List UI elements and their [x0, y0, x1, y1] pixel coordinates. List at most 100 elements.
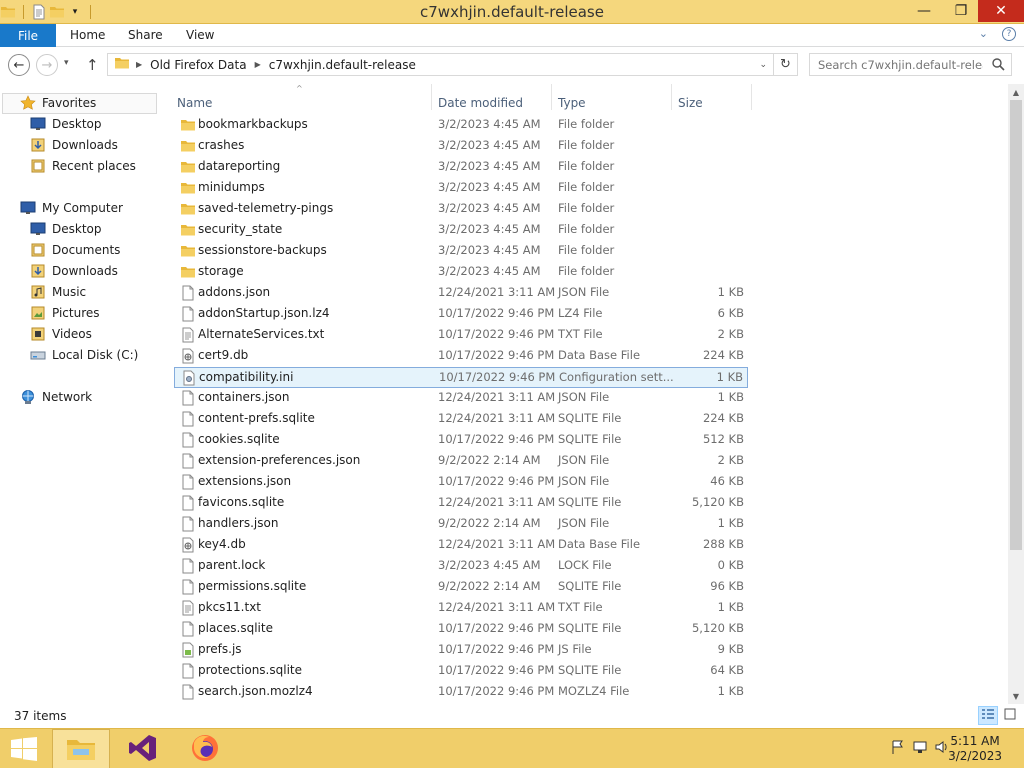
file-name: favicons.sqlite [198, 495, 285, 509]
file-row[interactable]: storage 3/2/2023 4:45 AM File folder [174, 262, 748, 283]
file-row[interactable]: cert9.db 10/17/2022 9:46 PM Data Base File… [174, 346, 748, 367]
file-row[interactable]: pkcs11.txt 12/24/2021 3:11 AM TXT File 1 KB [174, 598, 748, 619]
nav-favorites-recent-places[interactable]: Recent places [30, 156, 136, 176]
nav-label: Local Disk (C:) [52, 348, 139, 362]
address-bar[interactable]: ▶ Old Firefox Data ▶ c7wxhjin.default-re… [107, 53, 774, 76]
refresh-button[interactable]: ↻ [774, 53, 798, 76]
file-date-modified: 3/2/2023 4:45 AM [438, 117, 541, 131]
nav-computer-videos[interactable]: Videos [30, 324, 92, 344]
column-divider[interactable] [551, 84, 552, 110]
address-history-chevron-icon[interactable]: ⌄ [759, 60, 767, 70]
search-icon[interactable] [991, 57, 1005, 74]
start-button[interactable] [10, 737, 38, 764]
breadcrumb-current-folder[interactable]: c7wxhjin.default-release [269, 58, 416, 72]
nav-computer-documents[interactable]: Documents [30, 240, 120, 260]
file-row[interactable]: parent.lock 3/2/2023 4:45 AM LOCK File 0 KB [174, 556, 748, 577]
file-row[interactable]: handlers.json 9/2/2022 2:14 AM JSON File 1 … [174, 514, 748, 535]
file-row[interactable]: addons.json 12/24/2021 3:11 AM JSON File 1 … [174, 283, 748, 304]
taskbar-firefox[interactable] [176, 729, 234, 768]
nav-network[interactable]: Network [20, 387, 92, 407]
file-row[interactable]: prefs.js 10/17/2022 9:46 PM JS File 9 KB [174, 640, 748, 661]
recent-locations-chevron-icon[interactable]: ▾ [64, 58, 69, 68]
nav-computer-desktop[interactable]: Desktop [30, 219, 102, 239]
maximize-button[interactable]: ❐ [944, 0, 978, 22]
scroll-up-icon[interactable]: ▲ [1008, 84, 1024, 100]
file-row[interactable]: sessionstore-backups 3/2/2023 4:45 AM File… [174, 241, 748, 262]
column-divider[interactable] [751, 84, 752, 110]
minimize-button[interactable]: — [904, 0, 944, 22]
column-header-size[interactable]: Size [678, 90, 703, 115]
column-header-name[interactable]: Name [177, 90, 212, 115]
taskbar-file-explorer[interactable] [52, 729, 110, 768]
recent-places-icon [30, 158, 46, 174]
file-row[interactable]: permissions.sqlite 9/2/2022 2:14 AM SQLITE… [174, 577, 748, 598]
file-row[interactable]: AlternateServices.txt 10/17/2022 9:46 PM T… [174, 325, 748, 346]
file-row[interactable]: bookmarkbackups 3/2/2023 4:45 AM File fold… [174, 115, 748, 136]
details-view-button[interactable] [978, 706, 998, 725]
expand-ribbon-icon[interactable]: ⌄ [979, 27, 988, 41]
file-row[interactable]: minidumps 3/2/2023 4:45 AM File folder [174, 178, 748, 199]
file-row[interactable]: compatibility.ini 10/17/2022 9:46 PM Confi… [174, 367, 748, 388]
videos-icon [30, 326, 46, 342]
column-header-type[interactable]: Type [558, 90, 586, 115]
taskbar-visual-studio[interactable] [114, 729, 172, 768]
nav-favorites-desktop[interactable]: Desktop [30, 114, 102, 134]
vertical-scrollbar[interactable]: ▲ ▼ [1008, 84, 1024, 704]
file-icon [180, 663, 196, 682]
file-row[interactable]: containers.json 12/24/2021 3:11 AM JSON Fi… [174, 388, 748, 409]
file-row[interactable]: security_state 3/2/2023 4:45 AM File folde… [174, 220, 748, 241]
network-tray-icon[interactable] [912, 739, 928, 758]
scroll-down-icon[interactable]: ▼ [1008, 688, 1024, 704]
nav-computer-downloads[interactable]: Downloads [30, 261, 118, 281]
breadcrumb-old-firefox-data[interactable]: Old Firefox Data [150, 58, 246, 72]
file-size: 1 KB [717, 285, 744, 299]
file-row[interactable]: datareporting 3/2/2023 4:45 AM File folder [174, 157, 748, 178]
nav-my-computer[interactable]: My Computer [20, 198, 123, 218]
back-button[interactable]: ← [8, 54, 30, 76]
taskbar-clock[interactable]: 5:11 AM 3/2/2023 [948, 734, 1002, 764]
file-size: 5,120 KB [691, 495, 744, 509]
file-row[interactable]: search.json.mozlz4 10/17/2022 9:46 PM MOZL… [174, 682, 748, 703]
action-center-flag-icon[interactable] [890, 739, 906, 758]
file-icon [180, 390, 196, 409]
file-row[interactable]: key4.db 12/24/2021 3:11 AM Data Base File 2… [174, 535, 748, 556]
file-row[interactable]: content-prefs.sqlite 12/24/2021 3:11 AM SQ… [174, 409, 748, 430]
file-row[interactable]: cookies.sqlite 10/17/2022 9:46 PM SQLITE F… [174, 430, 748, 451]
file-row[interactable]: protections.sqlite 10/17/2022 9:46 PM SQLI… [174, 661, 748, 682]
close-button[interactable]: ✕ [978, 0, 1024, 22]
column-header-date-modified[interactable]: Date modified [438, 90, 523, 115]
file-size: 1 KB [717, 600, 744, 614]
file-row[interactable]: extension-preferences.json 9/2/2022 2:14 … [174, 451, 748, 472]
search-input[interactable] [818, 57, 983, 72]
file-row[interactable]: favicons.sqlite 12/24/2021 3:11 AM SQLITE … [174, 493, 748, 514]
file-row[interactable]: crashes 3/2/2023 4:45 AM File folder [174, 136, 748, 157]
tab-share[interactable]: Share [128, 28, 163, 42]
nav-computer-local-disk[interactable]: Local Disk (C:) [30, 345, 138, 365]
forward-button[interactable]: → [36, 54, 58, 76]
tab-view[interactable]: View [186, 28, 214, 42]
file-name: cert9.db [198, 348, 249, 362]
column-divider[interactable] [671, 84, 672, 110]
file-icon [180, 411, 196, 430]
up-arrow-icon[interactable]: ↑ [86, 56, 99, 74]
file-row[interactable]: places.sqlite 10/17/2022 9:46 PM SQLITE Fi… [174, 619, 748, 640]
tab-home[interactable]: Home [70, 28, 105, 42]
database-file-icon [180, 537, 196, 556]
search-box [809, 53, 1012, 76]
file-name: bookmarkbackups [198, 117, 308, 131]
file-row[interactable]: addonStartup.json.lz4 10/17/2022 9:46 PM L… [174, 304, 748, 325]
column-divider[interactable] [431, 84, 432, 110]
nav-favorites[interactable]: Favorites [20, 93, 96, 113]
nav-label: Downloads [52, 138, 118, 152]
file-row[interactable]: saved-telemetry-pings 3/2/2023 4:45 AM Fil… [174, 199, 748, 220]
help-icon[interactable]: ? [1002, 27, 1016, 41]
tab-file[interactable]: File [0, 24, 56, 47]
file-row[interactable]: extensions.json 10/17/2022 9:46 PM JSON Fi… [174, 472, 748, 493]
scrollbar-thumb[interactable] [1010, 100, 1022, 550]
nav-computer-pictures[interactable]: Pictures [30, 303, 100, 323]
breadcrumb-chevron-icon[interactable]: ▶ [136, 60, 142, 69]
breadcrumb-chevron-icon[interactable]: ▶ [255, 60, 261, 69]
nav-favorites-downloads[interactable]: Downloads [30, 135, 118, 155]
large-icons-view-button[interactable] [1000, 706, 1020, 725]
nav-computer-music[interactable]: Music [30, 282, 86, 302]
